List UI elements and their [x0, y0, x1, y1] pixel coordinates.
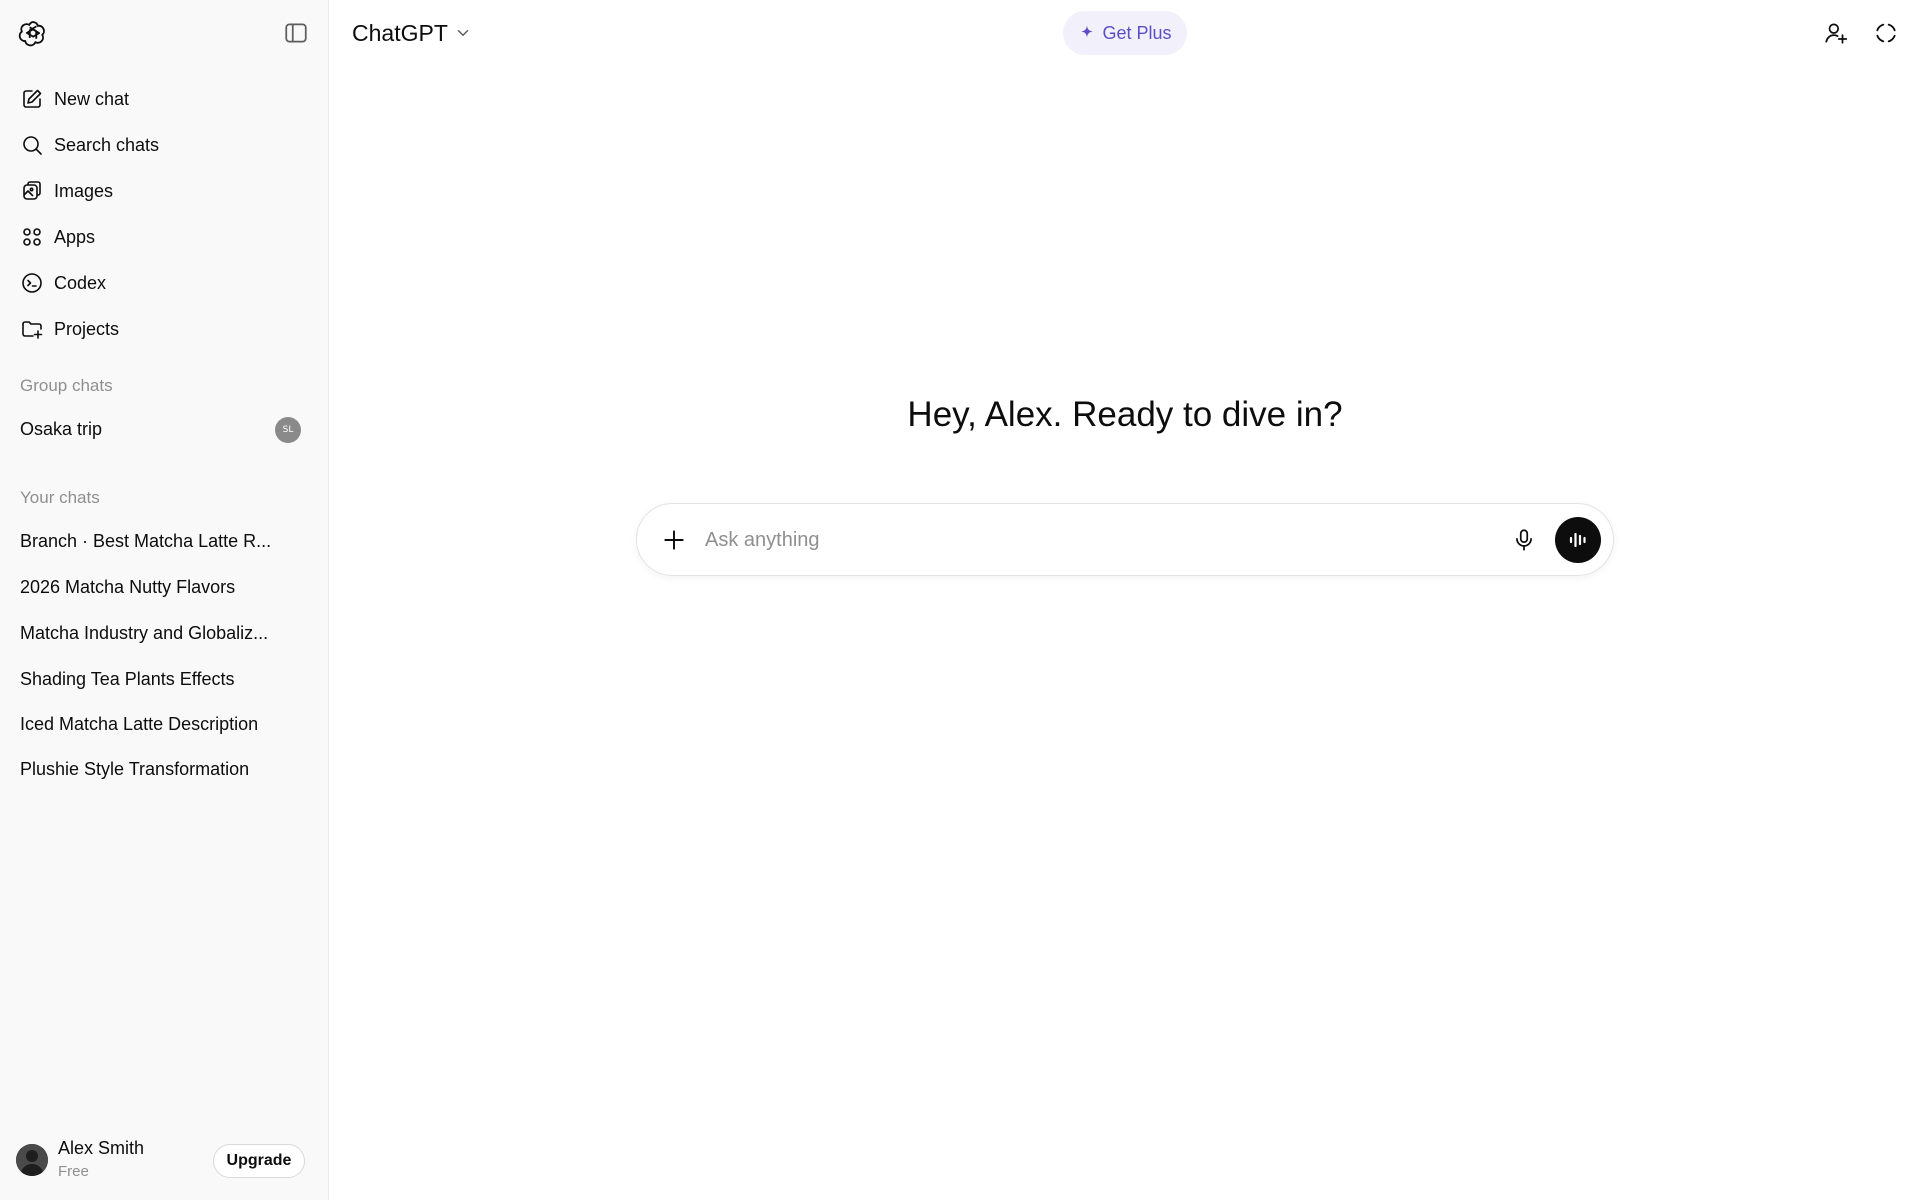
prompt-composer [636, 503, 1614, 576]
group-chats-heading: Group chats [20, 376, 113, 395]
chat-history-item[interactable]: Matcha Industry and Globaliz... [10, 610, 319, 656]
sidebar-item-apps[interactable]: Apps [10, 214, 319, 260]
voice-mode-button[interactable] [1555, 517, 1601, 563]
sidebar-item-label: Images [54, 180, 114, 201]
sparkle-icon [1081, 25, 1094, 38]
get-plus-button[interactable]: Get Plus [1063, 11, 1187, 55]
top-header: ChatGPT Get Plus [330, 0, 1920, 66]
user-plan: Free [58, 1163, 89, 1180]
codex-icon [22, 273, 42, 293]
plus-icon[interactable] [661, 527, 687, 553]
apps-icon [23, 228, 41, 246]
sidebar-item-label: Search chats [54, 134, 160, 155]
sidebar-top [0, 0, 329, 66]
chat-history-item[interactable]: Shading Tea Plants Effects [10, 656, 319, 702]
sidebar-item-projects[interactable]: Projects [10, 306, 319, 352]
user-name: Alex Smith [58, 1138, 145, 1158]
chat-history-label: Matcha Industry and Globaliz... [20, 622, 269, 643]
edit-icon [23, 89, 42, 108]
chat-history-label: Plushie Style Transformation [20, 758, 250, 779]
chat-history-item[interactable]: Plushie Style Transformation [10, 746, 319, 792]
sidebar-item-label: Codex [54, 272, 107, 293]
sidebar-item-codex[interactable]: Codex [10, 260, 319, 306]
group-chat-item[interactable]: Osaka trip SL [10, 406, 319, 452]
sidebar-nav: New chat Search chats Images Apps Codex … [10, 76, 319, 352]
waveform-icon [1569, 532, 1586, 548]
model-selector[interactable]: ChatGPT [344, 16, 480, 50]
sidebar-item-label: New chat [54, 88, 130, 109]
sidebar-item-label: Apps [54, 226, 96, 247]
user-avatar-image [16, 1144, 48, 1176]
images-icon [23, 181, 41, 200]
user-avatar[interactable] [16, 1144, 48, 1176]
chevron-down-icon [457, 30, 469, 36]
sidebar: New chat Search chats Images Apps Codex … [0, 0, 329, 1200]
sidebar-item-label: Projects [54, 318, 120, 339]
chat-history-label: Branch · Best Matcha Latte R... [20, 530, 272, 551]
openai-logo-icon[interactable] [18, 18, 48, 48]
chat-history-label: Shading Tea Plants Effects [20, 668, 235, 689]
group-chat-label: Osaka trip [20, 418, 103, 439]
chat-history-label: Iced Matcha Latte Description [20, 713, 259, 734]
get-plus-label: Get Plus [1102, 22, 1172, 43]
chat-history-item[interactable]: Iced Matcha Latte Description [10, 701, 319, 747]
user-profile[interactable]: Alex Smith Free Upgrade [16, 1134, 316, 1186]
greeting-title: Hey, Alex. Ready to dive in? [907, 395, 1343, 434]
prompt-input[interactable] [705, 522, 1505, 558]
sidebar-item-new-chat[interactable]: New chat [10, 76, 319, 122]
sidebar-item-images[interactable]: Images [10, 168, 319, 214]
upgrade-button[interactable]: Upgrade [213, 1144, 305, 1178]
group-chat-avatar: SL [275, 417, 301, 443]
your-chats-heading: Your chats [20, 488, 100, 507]
chat-history-item[interactable]: 2026 Matcha Nutty Flavors [10, 564, 319, 610]
add-person-icon[interactable] [1823, 20, 1849, 46]
model-label: ChatGPT [352, 19, 448, 46]
chat-history-label: 2026 Matcha Nutty Flavors [20, 576, 236, 597]
sidebar-item-search-chats[interactable]: Search chats [10, 122, 319, 168]
chat-history-item[interactable]: Branch · Best Matcha Latte R... [10, 518, 319, 564]
temporary-chat-icon[interactable] [1873, 20, 1899, 46]
search-icon [23, 136, 42, 155]
microphone-icon[interactable] [1511, 527, 1537, 553]
sidebar-toggle-icon[interactable] [283, 20, 309, 46]
folder-plus-icon [22, 321, 43, 339]
